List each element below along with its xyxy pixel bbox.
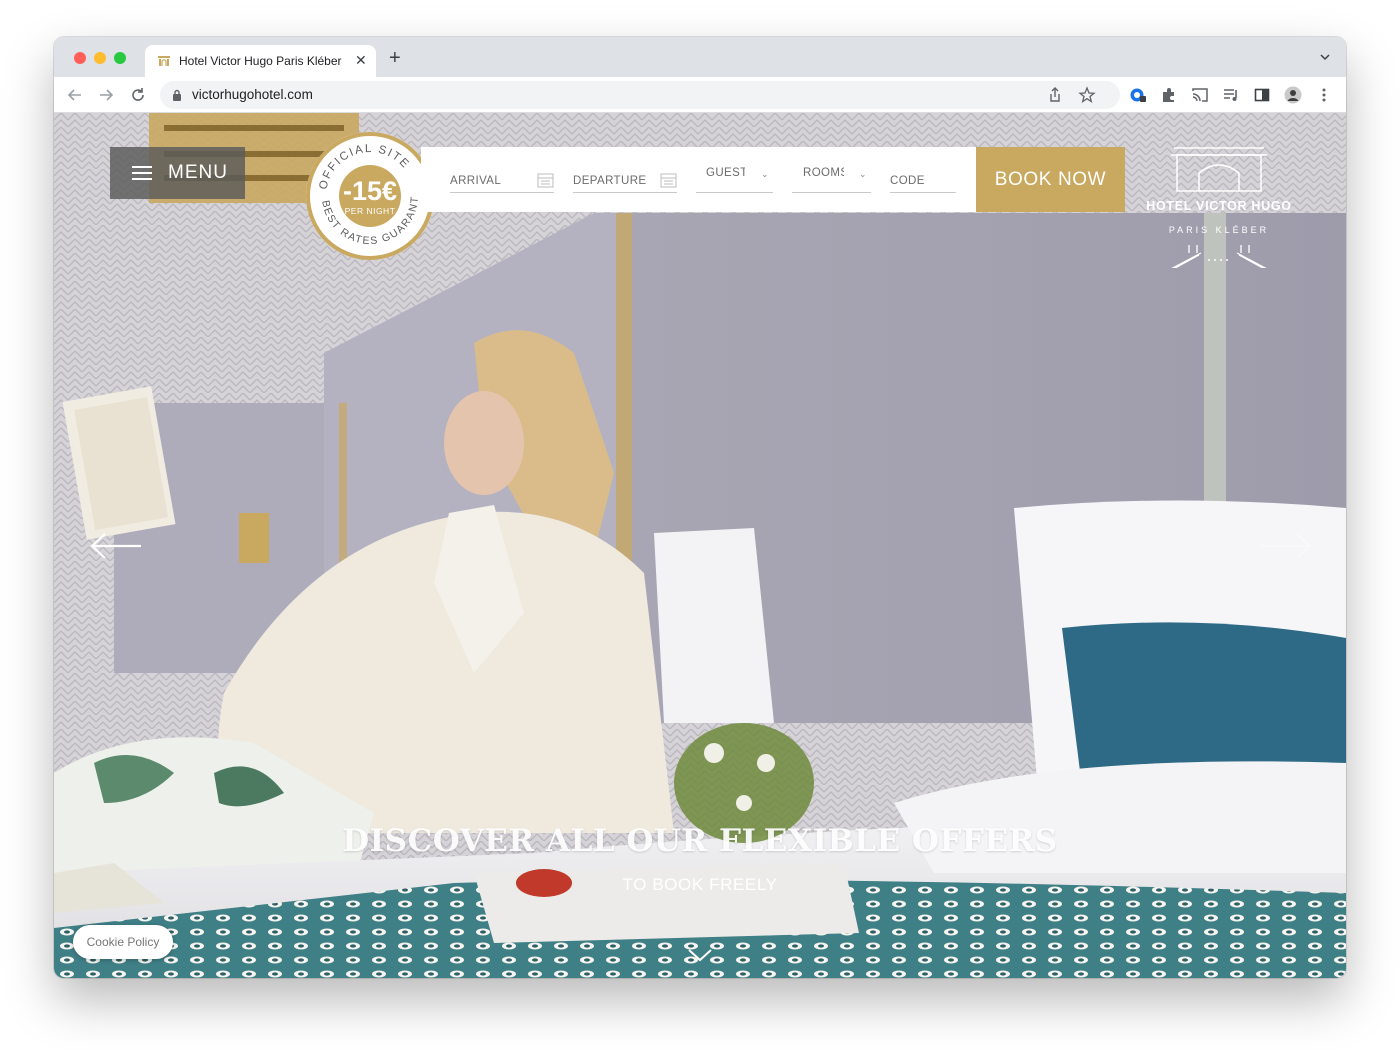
- menu-button[interactable]: MENU: [110, 147, 245, 199]
- browser-menu-icon[interactable]: [1315, 86, 1333, 104]
- code-label: CODE: [890, 175, 925, 187]
- calendar-icon: [537, 173, 554, 188]
- promo-code-field[interactable]: CODE: [890, 173, 956, 193]
- profile-avatar-icon[interactable]: [1284, 86, 1302, 104]
- badge-per-night: PER NIGHT: [345, 206, 396, 216]
- browser-toolbar: victorhugohotel.com: [54, 77, 1346, 113]
- best-rate-badge[interactable]: OFFICIAL SITE BEST RATES GUARANTEED -15€…: [304, 130, 436, 262]
- tab-search-chevron-icon[interactable]: [1318, 50, 1332, 64]
- address-bar[interactable]: victorhugohotel.com: [160, 81, 1120, 109]
- close-window-button[interactable]: [74, 52, 86, 64]
- reload-icon[interactable]: [129, 86, 147, 104]
- menu-label: MENU: [168, 162, 228, 183]
- booking-bar: ARRIVAL DEPARTURE GUESTS ⌄ ROOMS ⌄: [421, 147, 976, 212]
- rooms-label: ROOMS: [803, 167, 844, 179]
- password-extension-icon[interactable]: [1129, 86, 1147, 104]
- minimize-window-button[interactable]: [94, 52, 106, 64]
- back-arrow-icon[interactable]: [66, 86, 84, 104]
- browser-window: Hotel Victor Hugo Paris Kléber ✕ + victo…: [54, 37, 1346, 978]
- url-text: victorhugohotel.com: [192, 87, 313, 102]
- hero-section: MENU OFFICIAL SITE BEST RATES GUARANTEED…: [54, 113, 1346, 978]
- scroll-down-chevron-icon[interactable]: [687, 947, 713, 963]
- chevron-down-icon: ⌄: [761, 169, 769, 179]
- zoom-window-button[interactable]: [114, 52, 126, 64]
- guests-label: GUESTS: [706, 167, 745, 179]
- departure-label: DEPARTURE: [573, 175, 647, 187]
- lock-icon[interactable]: [172, 89, 182, 101]
- cookie-policy-button[interactable]: Cookie Policy: [73, 925, 173, 959]
- media-queue-icon[interactable]: [1222, 86, 1240, 104]
- tab-bar: Hotel Victor Hugo Paris Kléber ✕ +: [54, 37, 1346, 77]
- arrival-label: ARRIVAL: [450, 175, 502, 187]
- hero-headline: DISCOVER ALL OUR FLEXIBLE OFFERS: [342, 823, 1058, 859]
- calendar-icon: [660, 173, 677, 188]
- cast-icon[interactable]: [1191, 86, 1209, 104]
- logo-hotel-name: HOTEL VICTOR HUGO: [1146, 199, 1292, 213]
- hero-subline: TO BOOK FREELY: [622, 875, 778, 894]
- side-panel-icon[interactable]: [1253, 86, 1271, 104]
- share-icon[interactable]: [1046, 86, 1064, 104]
- forward-arrow-icon[interactable]: [97, 86, 115, 104]
- badge-discount: -15€: [343, 176, 397, 206]
- book-now-button[interactable]: BOOK NOW: [976, 147, 1125, 212]
- bookmark-star-icon[interactable]: [1078, 86, 1096, 104]
- slider-prev-arrow-icon[interactable]: [89, 531, 143, 561]
- new-tab-button[interactable]: +: [389, 48, 401, 68]
- extensions-puzzle-icon[interactable]: [1160, 86, 1178, 104]
- logo-city: PARIS KLÉBER: [1168, 225, 1270, 235]
- rooms-select[interactable]: ROOMS ⌄: [792, 165, 871, 193]
- tab-title: Hotel Victor Hugo Paris Kléber: [179, 54, 342, 68]
- hotel-favicon-icon: [158, 56, 170, 66]
- arrival-field[interactable]: ARRIVAL: [450, 173, 554, 193]
- departure-field[interactable]: DEPARTURE: [573, 173, 677, 193]
- close-icon[interactable]: ✕: [355, 52, 367, 69]
- hamburger-icon: [132, 166, 152, 180]
- browser-tab[interactable]: Hotel Victor Hugo Paris Kléber ✕: [145, 45, 376, 77]
- slider-next-arrow-icon[interactable]: [1259, 531, 1313, 561]
- chevron-down-icon: ⌄: [859, 169, 867, 179]
- guests-select[interactable]: GUESTS ⌄: [696, 165, 773, 193]
